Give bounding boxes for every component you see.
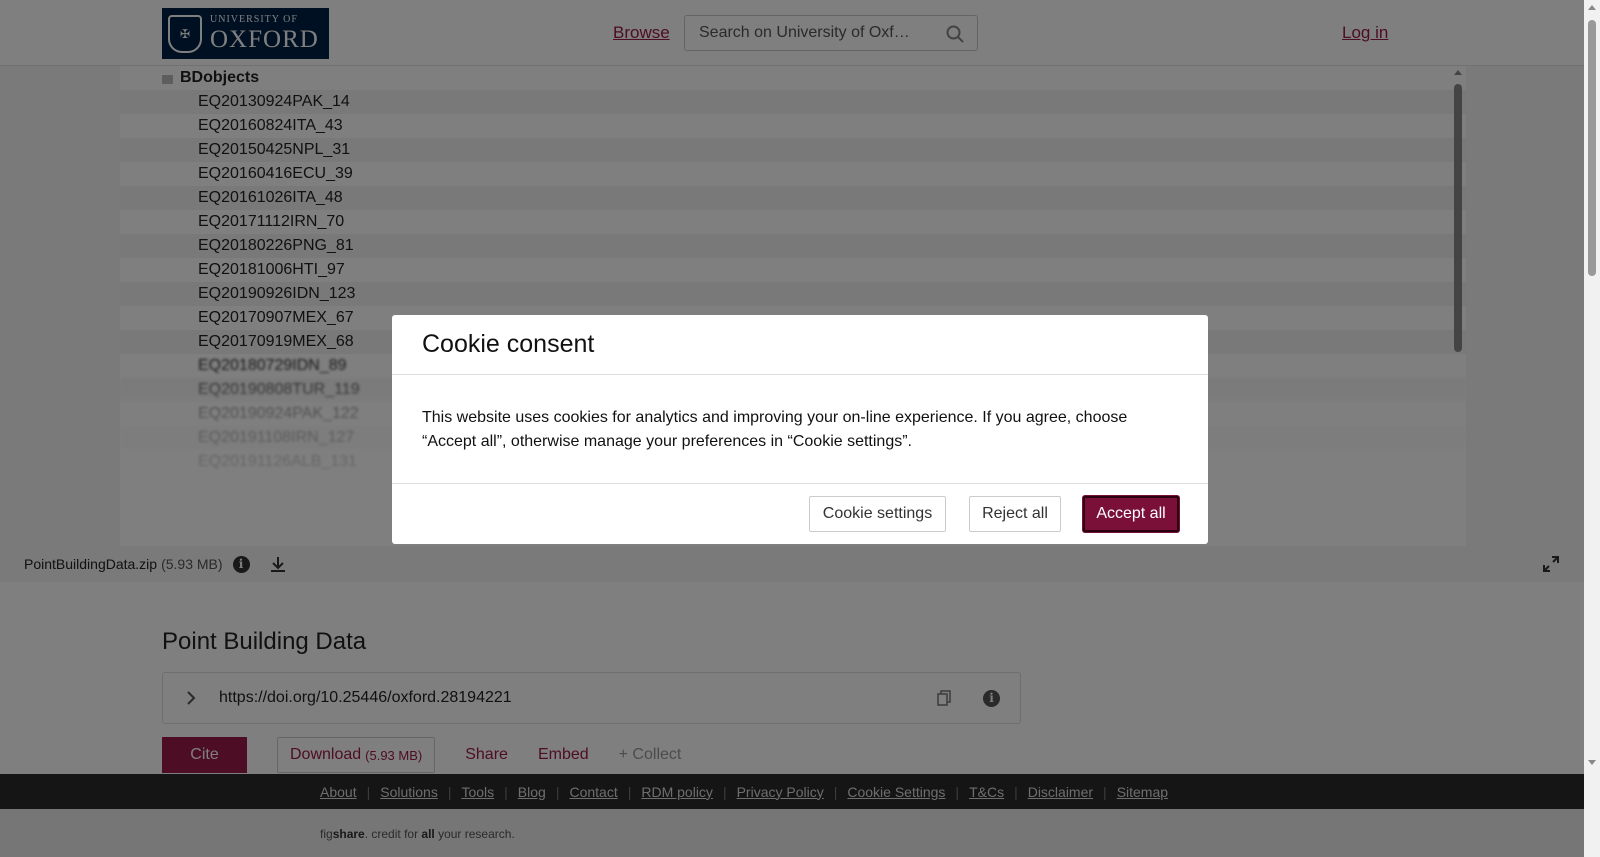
reject-all-button[interactable]: Reject all [969,496,1061,532]
page-scroll-up-icon[interactable] [1588,5,1596,10]
cookie-settings-button[interactable]: Cookie settings [809,496,946,532]
page-scroll-thumb[interactable] [1588,20,1596,276]
modal-body: This website uses cookies for analytics … [422,409,1128,450]
modal-divider [392,483,1208,484]
modal-divider [392,374,1208,375]
cookie-consent-dialog: Cookie consent This website uses cookies… [392,315,1208,544]
modal-title: Cookie consent [422,330,595,358]
accept-all-button[interactable]: Accept all [1083,496,1179,532]
page-scrollbar[interactable] [1584,0,1600,857]
page-scroll-down-icon[interactable] [1588,760,1596,765]
